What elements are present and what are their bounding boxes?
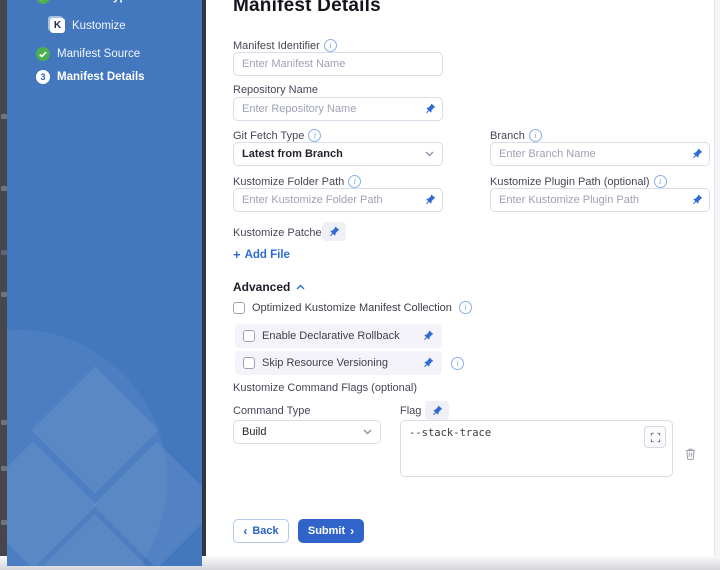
expand-icon: [650, 432, 661, 443]
runtime-input-pin-icon[interactable]: [691, 148, 703, 160]
runtime-input-pin-icon[interactable]: [422, 357, 434, 369]
pin-icon: [431, 405, 443, 417]
optimized-collection-checkbox[interactable]: [233, 302, 245, 314]
git-fetch-type-select[interactable]: Latest from Branch: [233, 142, 443, 166]
info-icon[interactable]: i: [348, 175, 361, 188]
info-icon[interactable]: i: [451, 357, 464, 370]
plus-icon: +: [233, 248, 241, 261]
kustomize-plugin-path-label: Kustomize Plugin Path (optional) i: [490, 175, 667, 188]
chevron-down-icon: [363, 429, 372, 435]
command-type-label: Command Type: [233, 405, 310, 417]
branch-input[interactable]: [490, 142, 710, 166]
git-fetch-type-label: Git Fetch Type i: [233, 129, 321, 142]
runtime-input-pin-icon[interactable]: [424, 194, 436, 206]
panel-separator: [202, 0, 206, 556]
command-flags-section-label: Kustomize Command Flags (optional): [233, 382, 417, 394]
info-icon[interactable]: i: [459, 301, 472, 314]
pin-icon: [328, 226, 340, 238]
trash-icon: [685, 448, 696, 460]
command-type-select[interactable]: Build: [233, 420, 381, 444]
manifest-identifier-input[interactable]: [233, 52, 443, 76]
declarative-rollback-row: Enable Declarative Rollback: [235, 324, 442, 348]
kustomize-plugin-path-input[interactable]: [490, 188, 710, 212]
expand-editor-button[interactable]: [644, 426, 666, 448]
delete-flag-button[interactable]: [685, 448, 696, 460]
chevron-left-icon: ‹: [243, 525, 247, 537]
chevron-right-icon: ›: [350, 525, 354, 537]
step-label: Kustomize: [72, 20, 126, 32]
dimmed-page-edge: [0, 0, 7, 570]
branch-label: Branch i: [490, 129, 542, 142]
runtime-input-pin-icon[interactable]: [691, 194, 703, 206]
skip-versioning-checkbox[interactable]: [243, 357, 255, 369]
kustomize-icon: K: [50, 18, 65, 33]
submit-button[interactable]: Submit ›: [298, 519, 364, 543]
runtime-input-pin-icon[interactable]: [422, 330, 434, 342]
chevron-down-icon: [425, 151, 434, 157]
runtime-input-pin-button[interactable]: [322, 222, 346, 241]
step-label: Manifest Source: [57, 48, 140, 60]
repository-name-label: Repository Name: [233, 84, 318, 96]
wizard-sidebar: Manifest Type K Kustomize Manifest Sourc…: [7, 0, 202, 566]
advanced-section-toggle[interactable]: Advanced: [233, 280, 305, 294]
info-icon[interactable]: i: [308, 129, 321, 142]
chevron-up-icon: [296, 284, 305, 290]
runtime-input-pin-icon[interactable]: [424, 103, 436, 115]
step-label: Manifest Type: [57, 0, 133, 3]
info-icon[interactable]: i: [324, 39, 337, 52]
runtime-input-pin-button[interactable]: [425, 401, 449, 420]
sidebar-step-kustomize[interactable]: K Kustomize: [50, 18, 126, 33]
repository-name-input[interactable]: [233, 97, 443, 121]
page-title: Manifest Details: [233, 0, 381, 17]
flag-textarea[interactable]: --stack-trace: [400, 420, 673, 477]
sidebar-step-manifest-type[interactable]: Manifest Type: [36, 0, 133, 4]
modal-right-edge: [714, 0, 720, 556]
add-file-button[interactable]: + Add File: [233, 248, 290, 261]
sidebar-step-manifest-details[interactable]: 3 Manifest Details: [36, 70, 145, 84]
declarative-rollback-checkbox[interactable]: [243, 330, 255, 342]
kustomize-folder-path-label: Kustomize Folder Path i: [233, 175, 361, 188]
skip-versioning-row: Skip Resource Versioning: [235, 351, 442, 375]
back-button[interactable]: ‹ Back: [233, 519, 289, 543]
optimized-collection-row: Optimized Kustomize Manifest Collection …: [233, 301, 472, 314]
check-icon: [36, 47, 50, 61]
manifest-details-panel: Manifest Details Manifest Identifier i R…: [206, 0, 720, 556]
step-number-badge: 3: [36, 70, 50, 84]
info-icon[interactable]: i: [529, 129, 542, 142]
step-label: Manifest Details: [57, 71, 145, 83]
kustomize-folder-path-input[interactable]: [233, 188, 443, 212]
flag-label: Flag: [400, 405, 421, 417]
manifest-wizard-modal: Manifest Type K Kustomize Manifest Sourc…: [0, 0, 720, 570]
sidebar-step-manifest-source[interactable]: Manifest Source: [36, 47, 140, 61]
check-icon: [36, 0, 50, 4]
info-icon[interactable]: i: [654, 175, 667, 188]
manifest-identifier-label: Manifest Identifier i: [233, 39, 337, 52]
